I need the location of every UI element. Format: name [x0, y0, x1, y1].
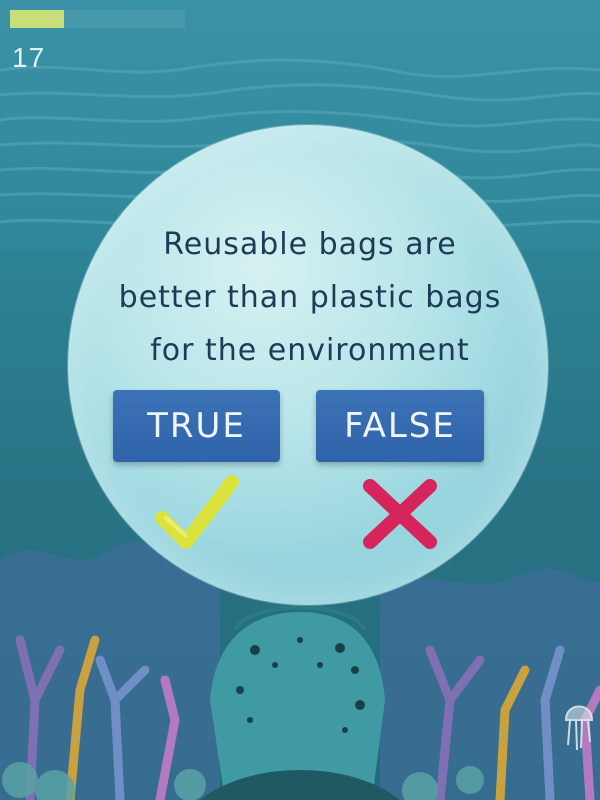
sea-turtle [200, 605, 400, 800]
question-text: Reusable bags are better than plastic ba… [118, 227, 502, 368]
true-button[interactable]: TRUE [113, 390, 280, 462]
progress-bar-fill [10, 10, 65, 28]
cross-mark-icon[interactable] [358, 476, 442, 552]
progress-bar [10, 10, 185, 28]
check-mark-icon[interactable] [152, 472, 242, 554]
false-button-label: FALSE [344, 406, 456, 446]
game-screen: 17 Reusable bags are better than plastic… [0, 0, 600, 800]
score-counter: 17 [12, 42, 46, 73]
true-button-label: TRUE [147, 406, 246, 446]
false-button[interactable]: FALSE [316, 390, 484, 462]
